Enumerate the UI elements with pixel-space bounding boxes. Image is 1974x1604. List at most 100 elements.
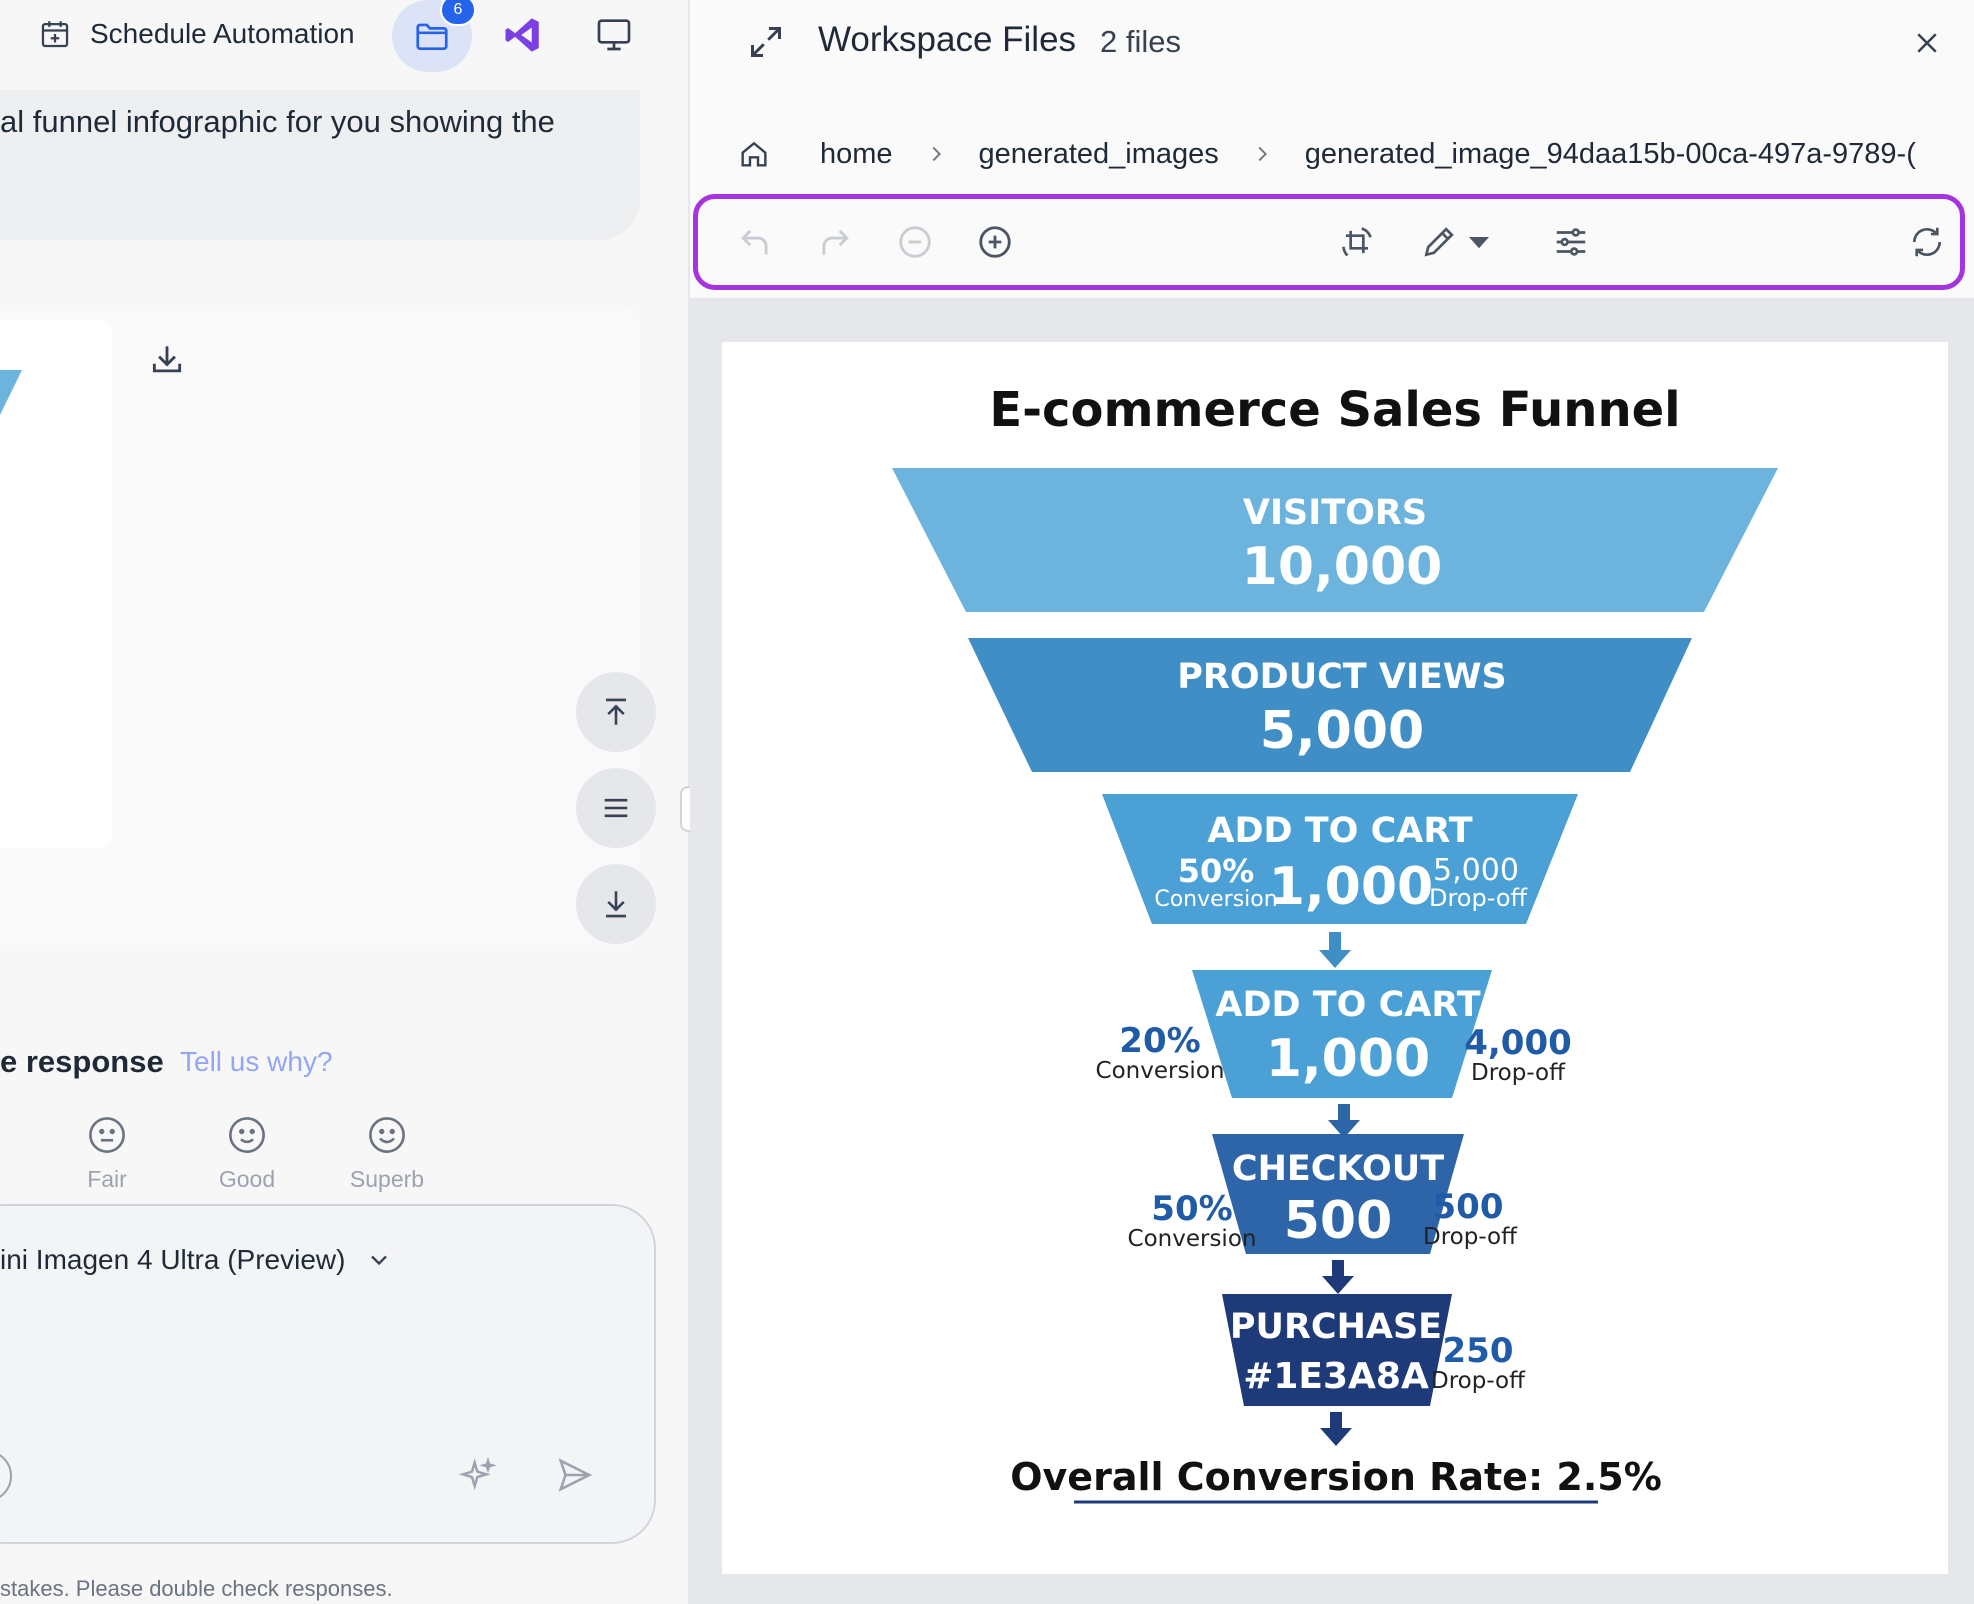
stage-3-conversion-label: Conversion (1154, 887, 1277, 912)
image-thumbnail[interactable] (0, 320, 112, 848)
stage-5-value: 500 (1284, 1191, 1393, 1251)
crop-rotate-icon (1342, 227, 1372, 257)
download-icon[interactable] (148, 340, 186, 378)
scroll-to-bottom-button[interactable] (576, 864, 656, 944)
send-icon[interactable] (556, 1456, 594, 1494)
disclaimer-text: stakes. Please double check responses. (0, 1576, 393, 1601)
rating-superb[interactable]: Superb (332, 1114, 442, 1193)
arrow-down-to-line-icon (606, 891, 626, 918)
stage-5-label: CHECKOUT (1232, 1149, 1444, 1189)
chevron-right-icon (1258, 146, 1267, 162)
stage-6-label: PURCHASE (1230, 1307, 1442, 1347)
schedule-automation-button[interactable]: Schedule Automation (38, 12, 355, 56)
stage-4-label: ADD TO CART (1215, 985, 1480, 1025)
zoom-in-button[interactable] (976, 223, 1014, 261)
stage-3-label: ADD TO CART (1207, 811, 1472, 851)
rating-good-label: Good (218, 1166, 276, 1192)
breadcrumb-generated-images[interactable]: generated_images (979, 138, 1219, 171)
monitor-icon[interactable] (594, 14, 634, 54)
adjust-button[interactable] (1552, 223, 1590, 261)
chevron-down-icon (371, 1255, 388, 1266)
stage-5-dropoff-label: Drop-off (1423, 1224, 1518, 1250)
stage-3-dropoff-label: Drop-off (1429, 884, 1528, 912)
chevron-right-icon (932, 146, 941, 162)
workspace-title: Workspace Files (818, 20, 1077, 59)
stage-4-dropoff-label: Drop-off (1471, 1060, 1566, 1086)
reset-icon (1912, 227, 1942, 257)
redo-icon (822, 229, 849, 255)
scroll-to-top-button[interactable] (576, 672, 656, 752)
sliders-icon (1556, 228, 1586, 256)
close-icon[interactable] (1912, 28, 1942, 58)
sparkle-icon[interactable] (458, 1456, 498, 1496)
stage-1-value: 10,000 (1242, 537, 1443, 597)
breadcrumb-current-file[interactable]: generated_image_94daa15b-00ca-497a-9789-… (1305, 138, 1916, 171)
zoom-out-button[interactable] (896, 223, 934, 261)
rating-fair-label: Fair (87, 1166, 127, 1192)
stage-5-conversion-pct: 50% (1151, 1189, 1232, 1229)
arrow-up-to-line-icon (606, 698, 626, 725)
breadcrumb-home[interactable]: home (820, 138, 893, 171)
assistant-message-text: al funnel infographic for you showing th… (0, 104, 555, 139)
funnel-infographic: E-commerce Sales Funnel VISITORS 10,000 … (892, 382, 1778, 1504)
overall-conversion-rate: Overall Conversion Rate: 2.5% (1010, 1455, 1662, 1499)
caret-down-icon (1469, 237, 1489, 249)
arrow-down-icon (1328, 1104, 1360, 1138)
chat-topbar: Schedule Automation 6 (0, 0, 688, 76)
stage-4-conversion-pct: 20% (1119, 1021, 1200, 1061)
home-icon[interactable] (738, 138, 770, 170)
crop-rotate-button[interactable] (1338, 223, 1376, 261)
reset-button[interactable] (1908, 223, 1946, 261)
stage-4-dropoff-value: 4,000 (1464, 1023, 1572, 1063)
grin-face-icon (369, 1117, 405, 1153)
smile-face-icon (229, 1117, 265, 1153)
stage-1-label: VISITORS (1243, 493, 1427, 533)
image-editor-toolbar (693, 194, 1965, 290)
draw-button[interactable] (1420, 223, 1458, 261)
arrow-down-icon (1319, 932, 1351, 968)
model-selector[interactable]: ini Imagen 4 Ultra (Preview) (0, 1244, 393, 1276)
stage-4-value: 1,000 (1266, 1029, 1430, 1089)
files-count-badge: 6 (440, 0, 476, 26)
arrow-down-icon (1320, 1412, 1352, 1446)
zoom-out-icon (899, 226, 931, 258)
calendar-plus-icon (41, 21, 69, 48)
workspace-file-count: 2 files (1100, 24, 1181, 59)
stage-6-dropoff-label: Drop-off (1431, 1368, 1526, 1394)
vscode-icon[interactable] (502, 14, 544, 56)
rate-response-title: e response (0, 1044, 164, 1079)
zoom-in-icon (979, 226, 1011, 258)
thumbnail-funnel-graphic (0, 370, 22, 415)
stage-3-value: 1,000 (1269, 857, 1433, 917)
model-selector-label: ini Imagen 4 Ultra (Preview) (0, 1244, 346, 1275)
neutral-face-icon (89, 1117, 125, 1153)
message-list-button[interactable] (576, 768, 656, 848)
stage-5-dropoff-value: 500 (1433, 1187, 1504, 1227)
stage-2-value: 5,000 (1260, 701, 1424, 761)
stage-6-dropoff-value: 250 (1443, 1331, 1514, 1371)
menu-icon (604, 798, 628, 818)
chat-panel: Schedule Automation 6 al funnel infograp… (0, 0, 688, 1604)
stage-5-conversion-label: Conversion (1128, 1226, 1257, 1252)
stage-4-conversion-label: Conversion (1096, 1058, 1225, 1084)
arrow-down-icon (1322, 1260, 1354, 1294)
rating-fair[interactable]: Fair (52, 1114, 162, 1193)
stage-2-label: PRODUCT VIEWS (1177, 657, 1506, 697)
stage-3-dropoff-value: 5,000 (1433, 853, 1519, 888)
expand-icon[interactable] (748, 24, 784, 60)
rating-good[interactable]: Good (192, 1114, 302, 1193)
undo-icon (741, 229, 768, 255)
redo-button[interactable] (816, 223, 854, 261)
undo-button[interactable] (736, 223, 774, 261)
rating-superb-label: Superb (349, 1166, 425, 1192)
draw-options-dropdown[interactable] (1464, 223, 1494, 261)
schedule-automation-label: Schedule Automation (90, 18, 355, 49)
stage-6-value: #1E3A8A (1243, 1356, 1429, 1397)
pencil-icon (1424, 227, 1454, 257)
stage-3-conversion-pct: 50% (1178, 852, 1255, 890)
breadcrumb: home generated_images generated_image_94… (738, 132, 1916, 176)
tell-us-why-link[interactable]: Tell us why? (180, 1046, 333, 1078)
workspace-files-panel: Workspace Files 2 files home generated_i… (690, 0, 1974, 1604)
infographic-title: E-commerce Sales Funnel (989, 382, 1680, 438)
image-preview: E-commerce Sales Funnel VISITORS 10,000 … (722, 342, 1948, 1574)
